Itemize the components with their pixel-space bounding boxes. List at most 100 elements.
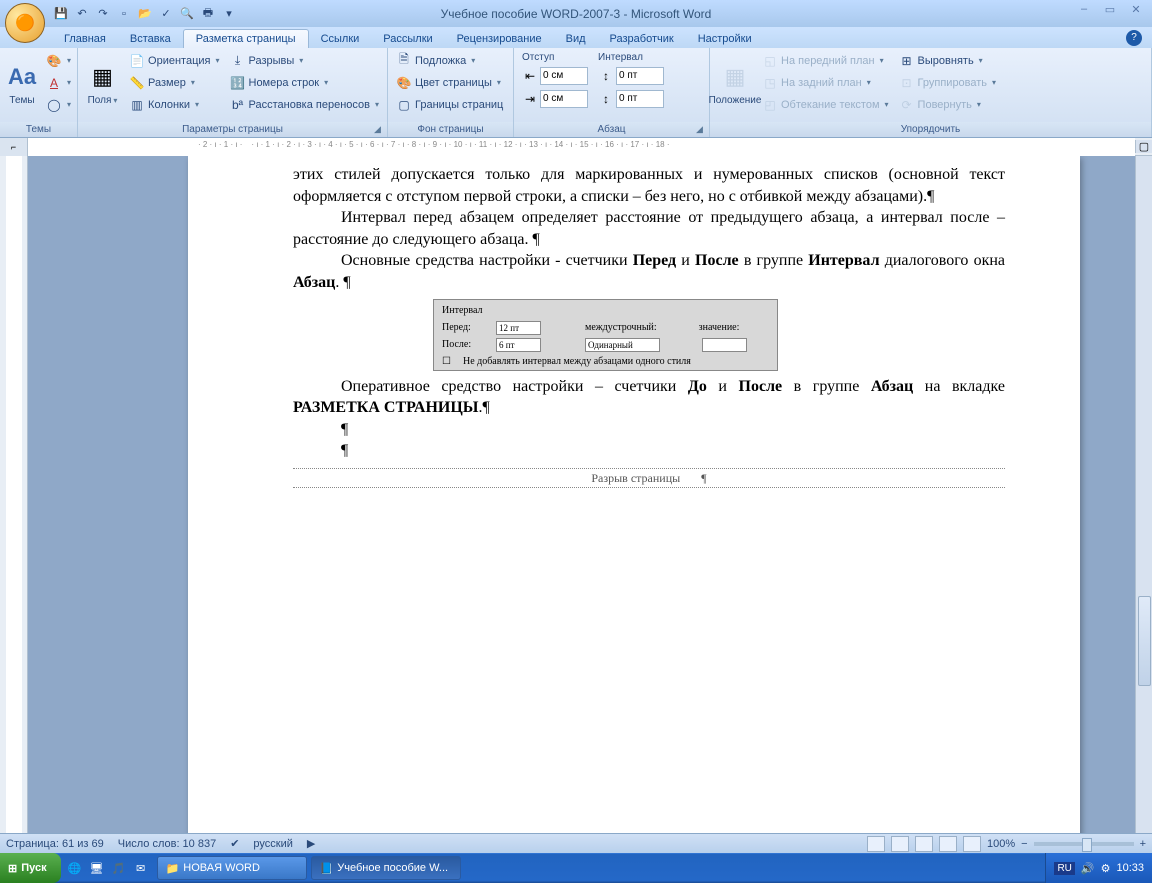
body-text: Оперативное средство настройки – счетчик… <box>293 376 1005 419</box>
page-color-icon: 🎨 <box>396 75 412 91</box>
zoom-level[interactable]: 100% <box>987 838 1015 850</box>
tab-home[interactable]: Главная <box>52 30 118 48</box>
themes-button[interactable]: Aa Темы <box>4 50 40 116</box>
lang-indicator[interactable]: RU <box>1054 862 1074 875</box>
tab-references[interactable]: Ссылки <box>309 30 372 48</box>
minimize-icon[interactable]: – <box>1073 2 1095 16</box>
new-icon[interactable]: ▫ <box>115 5 133 23</box>
group-page-setup: ▦ Поля▾ 📄Ориентация▾ 📏Размер▾ ▥Колонки▾ … <box>78 48 388 137</box>
columns-button[interactable]: ▥Колонки▾ <box>125 94 223 115</box>
ie-icon[interactable]: 🌐 <box>65 857 85 879</box>
statusbar: Страница: 61 из 69 Число слов: 10 837 ✔ … <box>0 833 1152 853</box>
undo-icon[interactable]: ↶ <box>73 5 91 23</box>
quick-access-toolbar: 💾 ↶ ↷ ▫ 📂 ✓ 🔍 🖶 ▾ <box>52 5 238 23</box>
tab-insert[interactable]: Вставка <box>118 30 183 48</box>
status-proof-icon[interactable]: ✔ <box>230 837 239 850</box>
start-button[interactable]: ⊞Пуск <box>0 853 61 883</box>
document-area: этих стилей допускается только для марки… <box>0 156 1152 833</box>
watermark-button[interactable]: 🗎Подложка▾ <box>392 50 507 71</box>
folder-icon: 📁 <box>166 862 180 875</box>
save-icon[interactable]: 💾 <box>52 5 70 23</box>
desktop-icon[interactable]: 🖥 <box>87 857 107 879</box>
tab-review[interactable]: Рецензирование <box>445 30 554 48</box>
print-icon[interactable]: 🖶 <box>199 5 217 23</box>
tab-page-layout[interactable]: Разметка страницы <box>183 29 309 48</box>
tab-mailings[interactable]: Рассылки <box>371 30 444 48</box>
paragraph-launcher[interactable]: ◢ <box>696 124 707 135</box>
spacing-before-input[interactable] <box>616 67 664 85</box>
orientation-button[interactable]: 📄Ориентация▾ <box>125 50 223 71</box>
page-setup-launcher[interactable]: ◢ <box>374 124 385 135</box>
spacing-after-icon: ↕ <box>598 91 614 107</box>
document-scroll[interactable]: этих стилей допускается только для марки… <box>28 156 1135 833</box>
group-label: Упорядочить <box>710 122 1151 137</box>
borders-icon: ▢ <box>396 97 412 113</box>
spell-icon[interactable]: ✓ <box>157 5 175 23</box>
view-full-screen[interactable] <box>891 836 909 852</box>
maximize-icon[interactable]: ▭ <box>1099 2 1121 16</box>
zoom-slider[interactable] <box>1034 842 1134 846</box>
qat-more-icon[interactable]: ▾ <box>220 5 238 23</box>
scroll-thumb[interactable] <box>1138 596 1151 686</box>
zoom-in-button[interactable]: + <box>1140 838 1146 850</box>
close-icon[interactable]: ✕ <box>1125 2 1147 16</box>
bring-front-button: ◱На передний план▾ <box>758 50 893 71</box>
status-macro-icon[interactable]: ▶ <box>307 837 315 850</box>
vertical-ruler[interactable] <box>0 156 28 833</box>
margins-button[interactable]: ▦ Поля▾ <box>82 50 123 116</box>
pilcrow: ¶ <box>293 419 1005 441</box>
theme-colors-button[interactable]: 🎨▾ <box>42 50 75 71</box>
body-text: Интервал перед абзацем определяет рассто… <box>293 207 1005 250</box>
page-borders-button[interactable]: ▢Границы страниц <box>392 94 507 115</box>
theme-fonts-button[interactable]: A▾ <box>42 72 75 93</box>
indent-right-input[interactable] <box>540 90 588 108</box>
status-words[interactable]: Число слов: 10 837 <box>118 838 216 850</box>
group-page-background: 🗎Подложка▾ 🎨Цвет страницы▾ ▢Границы стра… <box>388 48 514 137</box>
vertical-scrollbar[interactable] <box>1135 156 1152 833</box>
lines-icon: 🔢 <box>230 75 246 91</box>
spacing-before-icon: ↕ <box>598 68 614 84</box>
tab-addins[interactable]: Настройки <box>686 30 764 48</box>
indent-left-input[interactable] <box>540 67 588 85</box>
ruler-toggle[interactable]: ▢ <box>1135 140 1152 153</box>
page-color-button[interactable]: 🎨Цвет страницы▾ <box>392 72 507 93</box>
status-lang[interactable]: русский <box>253 838 292 850</box>
line-numbers-button[interactable]: 🔢Номера строк▾ <box>226 72 384 93</box>
tray-icon[interactable]: 🔊 <box>1081 862 1095 875</box>
zoom-out-button[interactable]: − <box>1021 838 1027 850</box>
tab-view[interactable]: Вид <box>554 30 598 48</box>
text-wrap-button: ◰Обтекание текстом▾ <box>758 94 893 115</box>
taskbar-item-word[interactable]: 📘Учебное пособие W... <box>311 856 461 880</box>
watermark-icon: 🗎 <box>396 53 412 69</box>
columns-icon: ▥ <box>129 97 145 113</box>
view-web[interactable] <box>915 836 933 852</box>
size-button[interactable]: 📏Размер▾ <box>125 72 223 93</box>
back-icon: ◳ <box>762 75 778 91</box>
tab-selector[interactable]: ⌐ <box>0 138 28 156</box>
status-page[interactable]: Страница: 61 из 69 <box>6 838 104 850</box>
breaks-button[interactable]: ⤓Разрывы▾ <box>226 50 384 71</box>
office-button[interactable]: 🟠 <box>5 3 45 43</box>
hyphen-icon: bª <box>230 97 246 113</box>
tray-icon[interactable]: ⚙ <box>1101 862 1111 875</box>
ribbon: Aa Темы 🎨▾ A▾ ◯▾ Темы ▦ Поля▾ 📄Ориентаци… <box>0 48 1152 138</box>
horizontal-ruler[interactable]: · 2 · ı · 1 · ı · · ı · 1 · ı · 2 · ı · … <box>28 138 1135 156</box>
tab-developer[interactable]: Разработчик <box>598 30 686 48</box>
view-print-layout[interactable] <box>867 836 885 852</box>
open-icon[interactable]: 📂 <box>136 5 154 23</box>
spacing-after-input[interactable] <box>616 90 664 108</box>
help-icon[interactable]: ? <box>1126 30 1142 46</box>
align-button[interactable]: ⊞Выровнять▾ <box>895 50 1001 71</box>
group-label: Фон страницы <box>388 122 513 137</box>
preview-icon[interactable]: 🔍 <box>178 5 196 23</box>
app-icon[interactable]: ✉ <box>131 857 151 879</box>
page[interactable]: этих стилей допускается только для марки… <box>188 156 1080 833</box>
taskbar-item-folder[interactable]: 📁НОВАЯ WORD <box>157 856 307 880</box>
group-label: Темы <box>0 122 77 137</box>
redo-icon[interactable]: ↷ <box>94 5 112 23</box>
hyphenation-button[interactable]: bªРасстановка переносов▾ <box>226 94 384 115</box>
view-draft[interactable] <box>963 836 981 852</box>
theme-effects-button[interactable]: ◯▾ <box>42 94 75 115</box>
media-icon[interactable]: 🎵 <box>109 857 129 879</box>
view-outline[interactable] <box>939 836 957 852</box>
